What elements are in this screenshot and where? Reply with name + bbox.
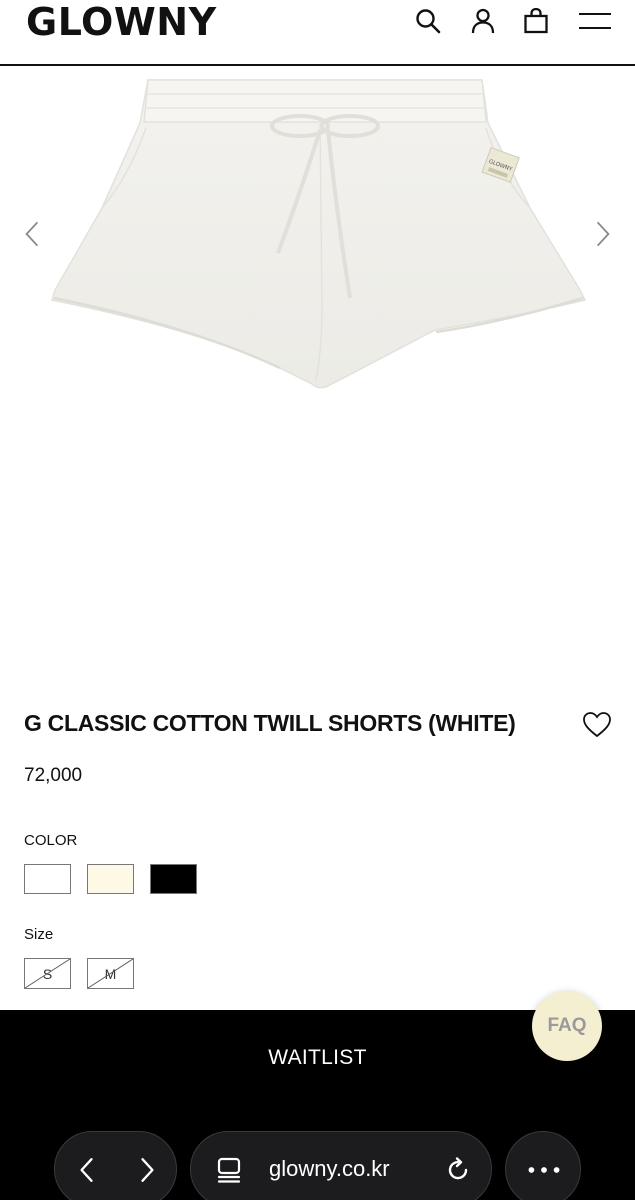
color-swatch-cream[interactable] bbox=[87, 864, 134, 894]
browser-address-bar[interactable]: glowny.co.kr bbox=[190, 1131, 492, 1200]
color-label: COLOR bbox=[24, 832, 78, 849]
size-option-m[interactable]: M bbox=[87, 958, 134, 989]
brand-logo[interactable]: GLOWNY bbox=[26, 0, 217, 44]
more-dots-icon[interactable] bbox=[524, 1154, 564, 1186]
size-label: Size bbox=[24, 926, 54, 943]
browser-nav-controls bbox=[54, 1131, 177, 1200]
menu-icon[interactable] bbox=[578, 6, 612, 36]
user-icon[interactable] bbox=[468, 6, 498, 36]
color-swatch-black[interactable] bbox=[150, 864, 197, 894]
product-price: 72,000 bbox=[24, 765, 83, 786]
browser-back-icon[interactable] bbox=[69, 1152, 105, 1188]
color-swatch-white[interactable] bbox=[24, 864, 71, 894]
sold-out-slash bbox=[88, 959, 133, 988]
site-header: GLOWNY bbox=[0, 0, 635, 66]
size-option-s[interactable]: S bbox=[24, 958, 71, 989]
search-icon[interactable] bbox=[413, 6, 443, 36]
bag-icon[interactable] bbox=[521, 6, 551, 36]
product-title: G CLASSIC COTTON TWILL SHORTS (WHITE) bbox=[24, 710, 516, 736]
faq-button[interactable]: FAQ bbox=[532, 991, 602, 1061]
reload-icon[interactable] bbox=[441, 1153, 475, 1187]
browser-more-menu[interactable] bbox=[505, 1131, 581, 1200]
waitlist-button[interactable]: WAITLIST bbox=[0, 1046, 635, 1070]
wishlist-heart-icon[interactable] bbox=[582, 710, 612, 740]
product-image: GLOWNY bbox=[51, 79, 587, 389]
next-image-arrow[interactable] bbox=[587, 216, 619, 252]
tab-overview-icon[interactable] bbox=[213, 1154, 245, 1186]
browser-forward-icon[interactable] bbox=[129, 1152, 165, 1188]
browser-url[interactable]: glowny.co.kr bbox=[269, 1156, 390, 1182]
sold-out-slash bbox=[25, 959, 70, 988]
product-gallery[interactable]: GLOWNY bbox=[0, 68, 635, 668]
prev-image-arrow[interactable] bbox=[16, 216, 48, 252]
